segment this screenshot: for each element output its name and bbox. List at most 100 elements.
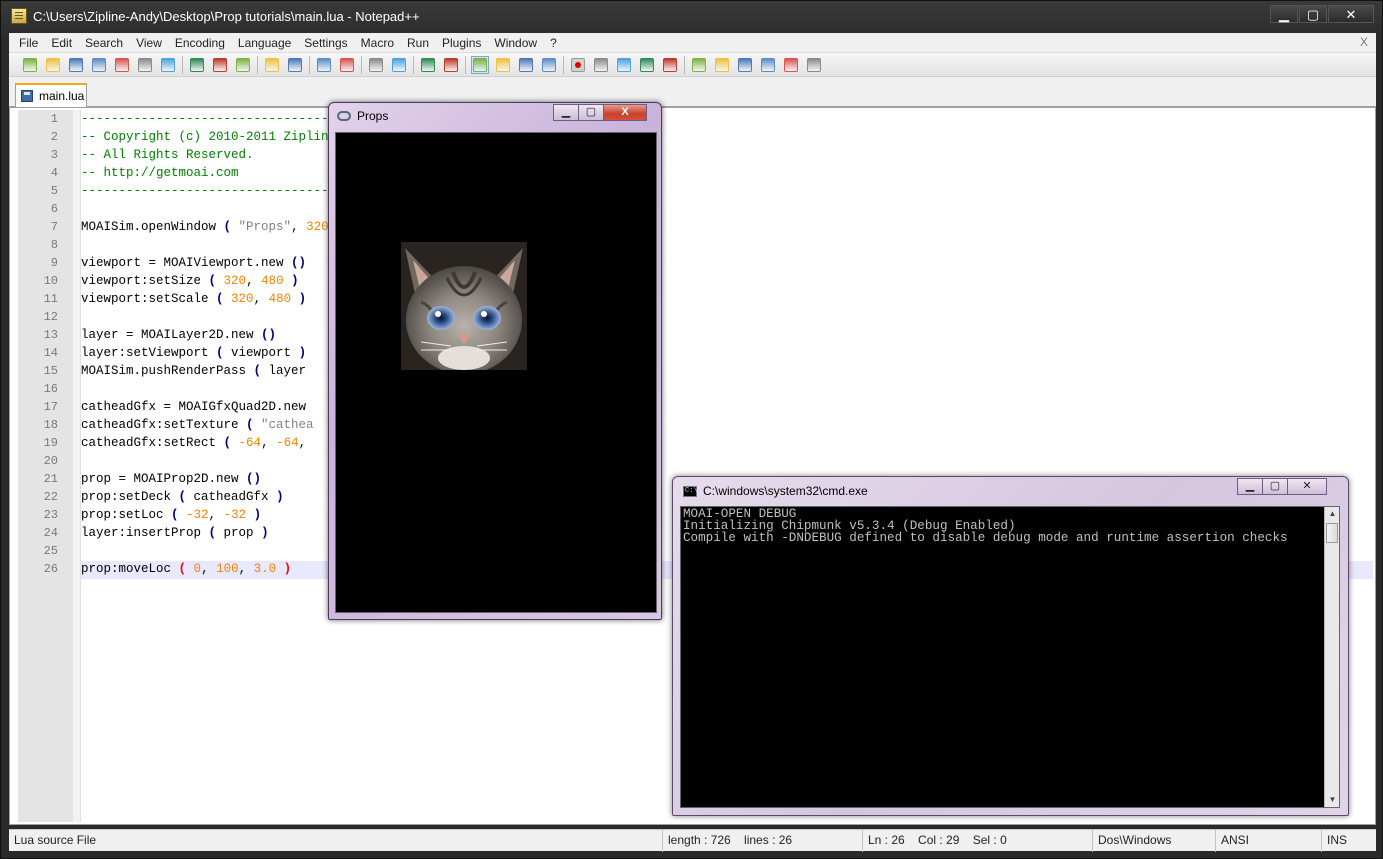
props-maximize-button[interactable]: ▢ — [578, 104, 604, 121]
indent-guide-icon — [519, 57, 533, 72]
close-button[interactable] — [113, 56, 131, 74]
doc-map-button[interactable] — [540, 56, 558, 74]
menu-settings[interactable]: Settings — [304, 36, 347, 50]
copy-button[interactable] — [211, 56, 229, 74]
title-bar[interactable]: C:\Users\Zipline-Andy\Desktop\Prop tutor… — [1, 1, 1382, 31]
play-macro-button[interactable] — [615, 56, 633, 74]
cmd-minimize-button[interactable]: ▁ — [1237, 478, 1263, 495]
save-macro-button[interactable] — [661, 56, 679, 74]
props-minimize-button[interactable]: ▁ — [553, 104, 579, 121]
maximize-button[interactable]: ▢ — [1299, 5, 1327, 23]
code-token: -- http://getmoai.com — [81, 166, 239, 180]
zoom-out-button[interactable] — [390, 56, 408, 74]
replace-button[interactable] — [338, 56, 356, 74]
expand-button[interactable] — [759, 56, 777, 74]
menu-run[interactable]: Run — [407, 36, 429, 50]
scroll-up-arrow[interactable]: ▲ — [1325, 507, 1340, 521]
spellcheck-button[interactable] — [805, 56, 823, 74]
menu-encoding[interactable]: Encoding — [175, 36, 225, 50]
toolbar-separator — [563, 55, 564, 74]
line-number: 15 — [43, 364, 58, 378]
collapse-button[interactable] — [690, 56, 708, 74]
cmd-title-bar[interactable]: C:\ C:\windows\system32\cmd.exe — [683, 484, 868, 498]
find-button[interactable] — [315, 56, 333, 74]
cut-button[interactable] — [188, 56, 206, 74]
code-token: "cathea — [253, 418, 314, 432]
sync-v-button[interactable] — [419, 56, 437, 74]
cmd-title: C:\windows\system32\cmd.exe — [703, 484, 868, 498]
menu-window[interactable]: Window — [494, 36, 537, 50]
code-token: -32 — [178, 508, 209, 522]
save-all-button[interactable] — [90, 56, 108, 74]
menu-plugins[interactable]: Plugins — [442, 36, 481, 50]
redo-button[interactable] — [286, 56, 304, 74]
next-button[interactable] — [736, 56, 754, 74]
line-number: 7 — [50, 220, 58, 234]
zoom-in-button[interactable] — [367, 56, 385, 74]
notepadpp-app-icon[interactable] — [11, 8, 27, 24]
code-line: MOAISim.pushRenderPass ( layer — [81, 362, 306, 380]
open-file-button[interactable] — [44, 56, 62, 74]
print-button[interactable] — [159, 56, 177, 74]
props-title-bar[interactable]: Props — [337, 109, 388, 123]
menu-language[interactable]: Language — [238, 36, 291, 50]
code-token: viewport = MOAIViewport.new — [81, 256, 292, 270]
code-token: () — [261, 328, 277, 342]
new-file-button[interactable] — [21, 56, 39, 74]
run-macro-multiple-button[interactable] — [638, 56, 656, 74]
line-number: 17 — [43, 400, 58, 414]
record-macro-button[interactable] — [569, 56, 587, 74]
line-number: 24 — [43, 526, 58, 540]
word-wrap-button[interactable] — [471, 55, 489, 74]
status-eol[interactable]: Dos\Windows — [1092, 830, 1171, 852]
cmd-maximize-button[interactable]: ▢ — [1262, 478, 1288, 495]
code-token: 0 — [186, 562, 202, 576]
tab-main-lua[interactable]: main.lua — [15, 83, 87, 107]
code-token: 320 — [223, 292, 254, 306]
menu-macro[interactable]: Macro — [361, 36, 394, 50]
console-output-area[interactable]: MOAI-OPEN DEBUG Initializing Chipmunk v5… — [680, 506, 1340, 808]
console-scrollbar[interactable]: ▲ ▼ — [1324, 507, 1339, 807]
props-window: Props ▁ ▢ X — [328, 102, 662, 620]
render-canvas[interactable] — [335, 132, 657, 613]
close-button[interactable]: ✕ — [1328, 5, 1374, 23]
menu-help[interactable]: ? — [550, 36, 557, 50]
prev-button[interactable] — [713, 56, 731, 74]
paste-button[interactable] — [234, 56, 252, 74]
code-token: ) — [283, 274, 299, 288]
status-file-type: Lua source File — [14, 833, 97, 847]
minimize-button[interactable]: ▁ — [1270, 5, 1298, 23]
undo-button[interactable] — [263, 56, 281, 74]
code-line: viewport:setSize ( 320, 480 ) — [81, 272, 299, 290]
code-token: ) — [246, 508, 262, 522]
props-close-button[interactable]: X — [603, 104, 647, 121]
save-button[interactable] — [67, 56, 85, 74]
menu-file[interactable]: File — [19, 36, 38, 50]
sync-h-button[interactable] — [442, 56, 460, 74]
close-icon — [115, 57, 129, 72]
indent-guide-button[interactable] — [517, 56, 535, 74]
code-token: () — [291, 256, 307, 270]
show-all-chars-button[interactable] — [494, 56, 512, 74]
menu-edit[interactable]: Edit — [51, 36, 72, 50]
code-token: viewport:setSize — [81, 274, 209, 288]
code-token: () — [246, 472, 262, 486]
close-all-button[interactable] — [136, 56, 154, 74]
menu-search[interactable]: Search — [85, 36, 123, 50]
saved-file-icon — [21, 90, 33, 102]
launch-button[interactable] — [782, 56, 800, 74]
code-line: prop:setDeck ( catheadGfx ) — [81, 488, 284, 506]
stop-record-button[interactable] — [592, 56, 610, 74]
code-line: prop:setLoc ( -32, -32 ) — [81, 506, 261, 524]
scroll-down-arrow[interactable]: ▼ — [1325, 793, 1340, 807]
close-document-button[interactable]: X — [1360, 35, 1368, 49]
collapse-icon — [692, 57, 706, 72]
status-position: Ln : 26 Col : 29 Sel : 0 — [862, 830, 1007, 852]
menu-view[interactable]: View — [136, 36, 162, 50]
scroll-thumb[interactable] — [1326, 523, 1338, 543]
cmd-close-button[interactable]: ✕ — [1287, 478, 1327, 495]
code-token: , — [246, 274, 262, 288]
code-token: -64 — [276, 436, 299, 450]
code-token: ) — [298, 346, 307, 360]
fold-margin[interactable] — [73, 110, 81, 822]
